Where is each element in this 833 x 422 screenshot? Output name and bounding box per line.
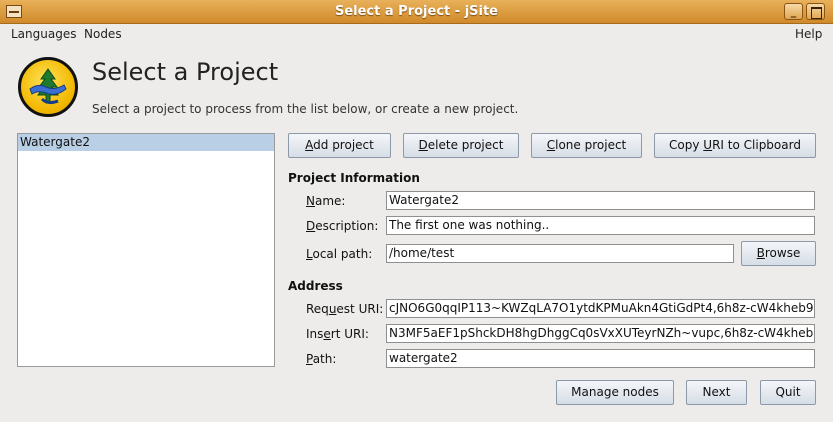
copy-uri-mnemonic: U [703,138,713,152]
clone-project-label-post: lone project [555,138,627,152]
request-uri-label: Request URI: [306,302,383,316]
menu-bar: Languages Nodes Help [0,24,833,44]
request-uri-label-post: est URI: [336,302,384,316]
insert-uri-label: Insert URI: [306,327,369,341]
delete-project-button[interactable]: Delete project [403,133,519,158]
delete-project-label-post: elete project [427,138,504,152]
local-path-label: Local path: [306,247,372,261]
name-label: Name: [306,194,345,208]
page-title: Select a Project [92,58,279,86]
name-label-post: ame: [314,194,346,208]
add-project-button[interactable]: Add project [288,133,391,158]
local-path-field[interactable]: /home/test [386,244,734,263]
browse-button[interactable]: Browse [741,241,816,266]
insert-uri-label-post: rt URI: [330,327,369,341]
project-list-item[interactable]: Watergate2 [18,134,274,151]
project-information-heading: Project Information [288,171,420,185]
manage-nodes-button[interactable]: Manage nodes [556,380,674,405]
page-subtitle: Select a project to process from the lis… [92,102,519,116]
copy-uri-button[interactable]: Copy URI to Clipboard [654,133,816,158]
request-uri-label-pre: Req [306,302,329,316]
quit-button[interactable]: Quit [760,380,816,405]
path-label: Path: [306,352,336,366]
jsite-window: Select a Project - jSite _ Languages Nod… [0,0,833,422]
clone-project-mnemonic: C [546,138,556,152]
clone-project-button[interactable]: Clone project [531,133,642,158]
path-label-post: ath: [312,352,337,366]
title-bar: Select a Project - jSite _ [0,0,833,24]
local-path-label-post: ocal path: [312,247,373,261]
address-heading: Address [288,279,343,293]
path-label-mnemonic: P [306,352,313,366]
maximize-button[interactable] [806,3,825,20]
menu-nodes[interactable]: Nodes [84,27,122,41]
project-list[interactable]: Watergate2 [17,133,275,367]
name-label-mnemonic: N [306,194,315,208]
copy-uri-label-pre: Copy [669,138,704,152]
browse-mnemonic: B [756,246,765,260]
insert-uri-label-pre: Ins [306,327,324,341]
description-label: Description: [306,219,378,233]
next-button[interactable]: Next [686,380,747,405]
copy-uri-label-post: RI to Clipboard [712,138,801,152]
description-label-mnemonic: D [306,219,316,233]
description-label-post: escription: [315,219,379,233]
path-field[interactable]: watergate2 [386,349,815,368]
description-field[interactable]: The first one was nothing.. [386,216,815,235]
menu-languages[interactable]: Languages [11,27,76,41]
browse-label-post: rowse [764,246,801,260]
request-uri-field[interactable]: cJNO6G0qqIP113~KWZqLA7O1ytdKPMuAkn4GtiGd… [386,299,815,318]
add-project-mnemonic: A [305,138,314,152]
insert-uri-label-mnemonic: e [323,327,331,341]
add-project-label-post: dd project [313,138,374,152]
menu-help[interactable]: Help [795,27,822,41]
minimize-button[interactable]: _ [784,3,803,20]
name-field[interactable]: Watergate2 [386,191,815,210]
delete-project-mnemonic: D [418,138,428,152]
window-title: Select a Project - jSite [334,4,498,19]
insert-uri-field[interactable]: N3MF5aEF1pShckDH8hgDhggCq0sVxXUTeyrNZh~v… [386,324,815,343]
jsite-logo-icon [18,57,78,117]
